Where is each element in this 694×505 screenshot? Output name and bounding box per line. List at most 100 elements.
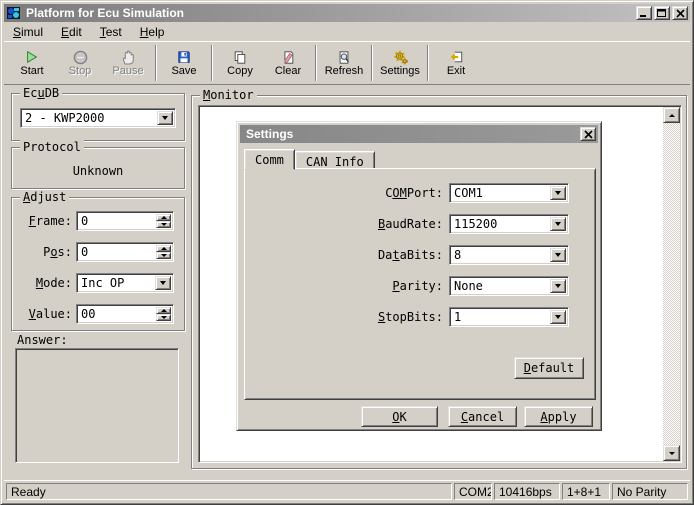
baudrate-row: BaudRate: 115200 xyxy=(335,214,573,234)
mode-dropdown-button[interactable] xyxy=(155,276,171,290)
close-button[interactable] xyxy=(672,6,688,20)
menu-edit[interactable]: Edit xyxy=(52,23,91,41)
pause-button[interactable]: Pause xyxy=(104,43,152,83)
exit-button[interactable]: Exit xyxy=(432,43,480,83)
monitor-vertical-scrollbar[interactable] xyxy=(663,107,680,461)
app-icon xyxy=(6,5,22,21)
baudrate-combobox[interactable]: 115200 xyxy=(449,214,569,234)
status-comport: COM2 xyxy=(454,483,492,500)
maximize-button[interactable] xyxy=(654,6,670,20)
copy-button[interactable]: Copy xyxy=(216,43,264,83)
settings-dialog: Settings Comm CAN Info COMPort: COM1 Bau… xyxy=(236,121,602,431)
pos-spinner[interactable]: 0 xyxy=(76,242,174,262)
baudrate-label: BaudRate: xyxy=(335,217,443,231)
menu-simul[interactable]: Simul xyxy=(4,23,52,41)
minimize-button[interactable] xyxy=(636,6,652,20)
parity-label: Parity: xyxy=(335,279,443,293)
settings-tabs: Comm CAN Info xyxy=(244,148,375,169)
toolbar-separator xyxy=(371,45,373,81)
stopbits-label: StopBits: xyxy=(335,310,443,324)
spin-up-icon[interactable] xyxy=(156,307,171,314)
ok-button[interactable]: OK xyxy=(361,406,438,427)
menubar: Simul Edit Test Help xyxy=(4,22,690,41)
pos-spin-buttons[interactable] xyxy=(156,245,171,259)
status-framing: 1+8+1 xyxy=(562,483,610,500)
scroll-down-button[interactable] xyxy=(663,445,680,461)
frame-label: Frame: xyxy=(20,214,72,228)
value-row: Value: 00 xyxy=(20,304,174,324)
stopbits-dropdown-button[interactable] xyxy=(550,310,566,324)
cancel-button[interactable]: Cancel xyxy=(448,406,517,427)
app-window: Platform for Ecu Simulation Simul Edit T… xyxy=(0,0,694,505)
settings-dialog-title: Settings xyxy=(246,127,578,141)
toolbar-separator xyxy=(155,45,157,81)
comport-label: COMPort: xyxy=(335,186,443,200)
spin-down-icon[interactable] xyxy=(156,252,171,259)
settings-dialog-titlebar[interactable]: Settings xyxy=(240,125,598,143)
ecudb-dropdown-button[interactable] xyxy=(157,111,173,125)
default-button[interactable]: Default xyxy=(514,357,584,379)
pos-row: Pos: 0 xyxy=(20,242,174,262)
value-spinner[interactable]: 00 xyxy=(76,304,174,324)
parity-row: Parity: None xyxy=(335,276,573,296)
databits-dropdown-button[interactable] xyxy=(550,248,566,262)
clear-button[interactable]: Clear xyxy=(264,43,312,83)
refresh-button[interactable]: Refresh xyxy=(320,43,368,83)
tab-can-info[interactable]: CAN Info xyxy=(295,151,375,169)
databits-row: DataBits: 8 xyxy=(335,245,573,265)
floppy-icon xyxy=(175,49,193,65)
ecudb-combobox-value: 2 - KWP2000 xyxy=(21,109,175,127)
save-button[interactable]: Save xyxy=(160,43,208,83)
parity-dropdown-button[interactable] xyxy=(550,279,566,293)
scroll-up-button[interactable] xyxy=(663,107,680,123)
toolbar-separator xyxy=(211,45,213,81)
frame-spin-buttons[interactable] xyxy=(156,214,171,228)
start-button[interactable]: Start xyxy=(8,43,56,83)
parity-combobox[interactable]: None xyxy=(449,276,569,296)
stopbits-combobox[interactable]: 1 xyxy=(449,307,569,327)
settings-close-button[interactable] xyxy=(580,127,596,141)
stop-button[interactable]: Stop xyxy=(56,43,104,83)
chevron-down-icon xyxy=(160,281,166,285)
value-label: Value: xyxy=(20,307,72,321)
magnifier-doc-icon xyxy=(335,49,353,65)
adjust-group-label: Adjust xyxy=(20,190,69,204)
databits-combobox[interactable]: 8 xyxy=(449,245,569,265)
hand-icon xyxy=(119,49,137,65)
titlebar[interactable]: Platform for Ecu Simulation xyxy=(4,4,690,22)
status-baudrate: 10416bps xyxy=(494,483,560,500)
mode-row: Mode: Inc OP xyxy=(20,273,174,293)
maximize-icon xyxy=(657,9,667,18)
spin-down-icon[interactable] xyxy=(156,221,171,228)
stopbits-row: StopBits: 1 xyxy=(335,307,573,327)
protocol-group: Protocol Unknown xyxy=(11,147,185,189)
chevron-down-icon xyxy=(555,284,561,288)
value-spin-buttons[interactable] xyxy=(156,307,171,321)
stop-sign-icon xyxy=(71,49,89,65)
eraser-doc-icon xyxy=(279,49,297,65)
protocol-value: Unknown xyxy=(12,164,184,178)
answer-listbox[interactable] xyxy=(15,348,179,463)
menu-test[interactable]: Test xyxy=(91,23,131,41)
spin-up-icon[interactable] xyxy=(156,214,171,221)
frame-spinner[interactable]: 0 xyxy=(76,211,174,231)
ecudb-combobox[interactable]: 2 - KWP2000 xyxy=(20,108,176,128)
comport-combobox[interactable]: COM1 xyxy=(449,183,569,203)
frame-row: Frame: 0 xyxy=(20,211,174,231)
menu-help[interactable]: Help xyxy=(131,23,174,41)
pos-label: Pos: xyxy=(20,245,72,259)
mode-combobox[interactable]: Inc OP xyxy=(76,273,174,293)
tab-comm[interactable]: Comm xyxy=(244,149,295,170)
comport-dropdown-button[interactable] xyxy=(550,186,566,200)
ecudb-group-label: EcuDB xyxy=(20,86,62,100)
chevron-down-icon xyxy=(555,315,561,319)
gears-icon xyxy=(391,49,409,65)
toolbar-separator xyxy=(427,45,429,81)
settings-button[interactable]: Settings xyxy=(376,43,424,83)
baudrate-dropdown-button[interactable] xyxy=(550,217,566,231)
spin-up-icon[interactable] xyxy=(156,245,171,252)
chevron-down-icon xyxy=(162,116,168,120)
play-icon xyxy=(23,49,41,65)
spin-down-icon[interactable] xyxy=(156,314,171,321)
apply-button[interactable]: Apply xyxy=(524,406,593,427)
